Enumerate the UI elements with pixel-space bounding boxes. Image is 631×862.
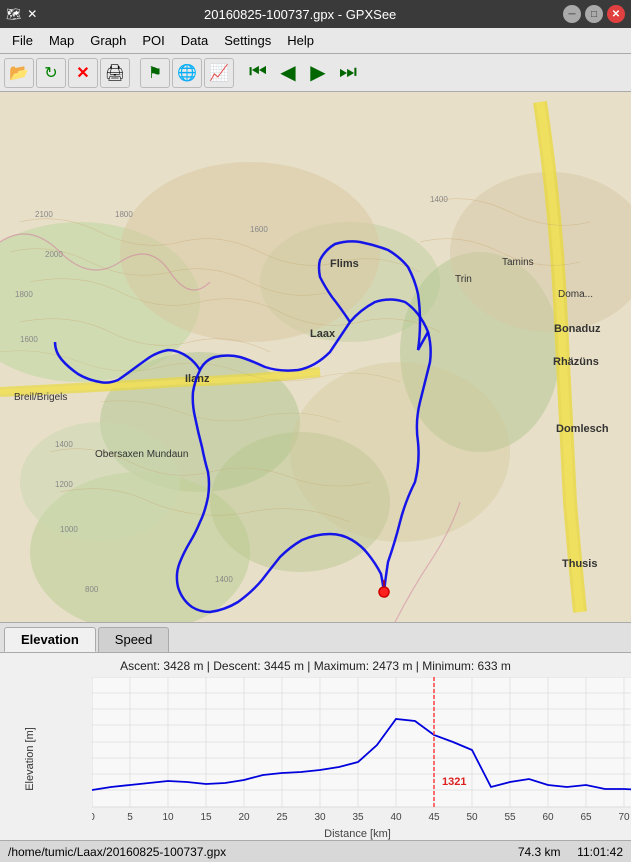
menu-map[interactable]: Map [41, 31, 82, 50]
svg-text:Domlesch: Domlesch [556, 423, 609, 435]
svg-text:1321: 1321 [442, 776, 466, 788]
elevation-graph: 800 1000 1200 1400 1600 1800 2000 2200 2… [92, 677, 631, 825]
svg-text:1400: 1400 [55, 440, 73, 449]
svg-text:1000: 1000 [60, 525, 78, 534]
x-axis-label: Distance [km] [92, 828, 623, 840]
svg-text:70: 70 [618, 812, 630, 823]
svg-text:Rhäzüns: Rhäzüns [553, 356, 599, 368]
svg-text:30: 30 [314, 812, 326, 823]
svg-text:0: 0 [92, 812, 95, 823]
svg-text:1400: 1400 [430, 195, 448, 204]
minimize-button[interactable]: ─ [563, 5, 581, 23]
title-bar-title: 20160825-100737.gpx - GPXSee [37, 7, 563, 22]
status-right: 74.3 km 11:01:42 [518, 845, 623, 859]
y-axis-label: Elevation [m] [24, 727, 36, 791]
svg-text:800: 800 [85, 585, 99, 594]
svg-text:55: 55 [504, 812, 516, 823]
nav-first-button[interactable]: ⏮ [244, 59, 272, 87]
tab-speed[interactable]: Speed [98, 627, 170, 652]
svg-text:60: 60 [542, 812, 554, 823]
toolbar: 📂 ↻ ✕ 🖨 ⚑ 🌐 📈 ⏮ ◀ ▶ ⏭ [0, 54, 631, 92]
svg-text:45: 45 [428, 812, 440, 823]
distance-value: 74.3 km [518, 845, 561, 859]
graph-area: Ascent: 3428 m | Descent: 3445 m | Maxim… [0, 652, 631, 840]
svg-text:1800: 1800 [15, 290, 33, 299]
svg-text:Flims: Flims [330, 258, 359, 270]
nav-last-button[interactable]: ⏭ [334, 59, 362, 87]
time-value: 11:01:42 [577, 845, 623, 859]
waypoint-button[interactable]: ⚑ [140, 58, 170, 88]
svg-text:35: 35 [352, 812, 364, 823]
menu-help[interactable]: Help [279, 31, 322, 50]
map-svg: 2100 2000 1800 1600 1400 1200 1000 800 1… [0, 92, 631, 622]
nav-next-button[interactable]: ▶ [304, 59, 332, 87]
close-file-button[interactable]: ✕ [68, 58, 98, 88]
title-bar-left: 🗺 ✕ [6, 7, 37, 21]
svg-text:1400: 1400 [215, 575, 233, 584]
open-button[interactable]: 📂 [4, 58, 34, 88]
svg-text:65: 65 [580, 812, 592, 823]
file-path: /home/tumic/Laax/20160825-100737.gpx [8, 845, 226, 859]
map-area[interactable]: 2100 2000 1800 1600 1400 1200 1000 800 1… [0, 92, 631, 622]
status-bar: /home/tumic/Laax/20160825-100737.gpx 74.… [0, 840, 631, 862]
svg-text:2100: 2100 [35, 210, 53, 219]
menu-poi[interactable]: POI [134, 31, 172, 50]
svg-text:Trin: Trin [455, 274, 472, 285]
svg-text:20: 20 [238, 812, 250, 823]
svg-text:1600: 1600 [20, 335, 38, 344]
graph-toggle-button[interactable]: 📈 [204, 58, 234, 88]
nav-prev-button[interactable]: ◀ [274, 59, 302, 87]
svg-text:1800: 1800 [115, 210, 133, 219]
menu-file[interactable]: File [4, 31, 41, 50]
menu-bar: File Map Graph POI Data Settings Help [0, 28, 631, 54]
graph-canvas-wrapper[interactable]: Elevation [m] [0, 677, 631, 840]
svg-text:2000: 2000 [45, 250, 63, 259]
menu-data[interactable]: Data [173, 31, 216, 50]
tab-elevation[interactable]: Elevation [4, 627, 96, 652]
map-tile-button[interactable]: 🌐 [172, 58, 202, 88]
svg-text:1200: 1200 [55, 480, 73, 489]
svg-text:Obersaxen Mundaun: Obersaxen Mundaun [95, 449, 188, 460]
tabs-area: Elevation Speed [0, 622, 631, 652]
svg-text:Bonaduz: Bonaduz [554, 323, 601, 335]
svg-text:1600: 1600 [250, 225, 268, 234]
graph-stats: Ascent: 3428 m | Descent: 3445 m | Maxim… [0, 657, 631, 677]
app-icon: 🗺 [6, 7, 21, 21]
svg-text:Doma...: Doma... [558, 289, 593, 300]
svg-text:15: 15 [200, 812, 212, 823]
title-bar-controls: ─ □ ✕ [563, 5, 625, 23]
svg-text:40: 40 [390, 812, 402, 823]
reload-button[interactable]: ↻ [36, 58, 66, 88]
svg-text:Breil/Brigels: Breil/Brigels [14, 392, 67, 403]
tab-row: Elevation Speed [0, 623, 631, 652]
svg-text:10: 10 [162, 812, 174, 823]
close-button[interactable]: ✕ [607, 5, 625, 23]
svg-text:25: 25 [276, 812, 288, 823]
svg-text:Tamins: Tamins [502, 257, 534, 268]
menu-settings[interactable]: Settings [216, 31, 279, 50]
menu-graph[interactable]: Graph [82, 31, 134, 50]
close-x-icon[interactable]: ✕ [27, 7, 37, 21]
svg-text:5: 5 [127, 812, 133, 823]
title-bar: 🗺 ✕ 20160825-100737.gpx - GPXSee ─ □ ✕ [0, 0, 631, 28]
svg-text:Laax: Laax [310, 328, 336, 340]
print-button[interactable]: 🖨 [100, 58, 130, 88]
maximize-button[interactable]: □ [585, 5, 603, 23]
svg-text:Thusis: Thusis [562, 558, 597, 570]
svg-text:50: 50 [466, 812, 478, 823]
